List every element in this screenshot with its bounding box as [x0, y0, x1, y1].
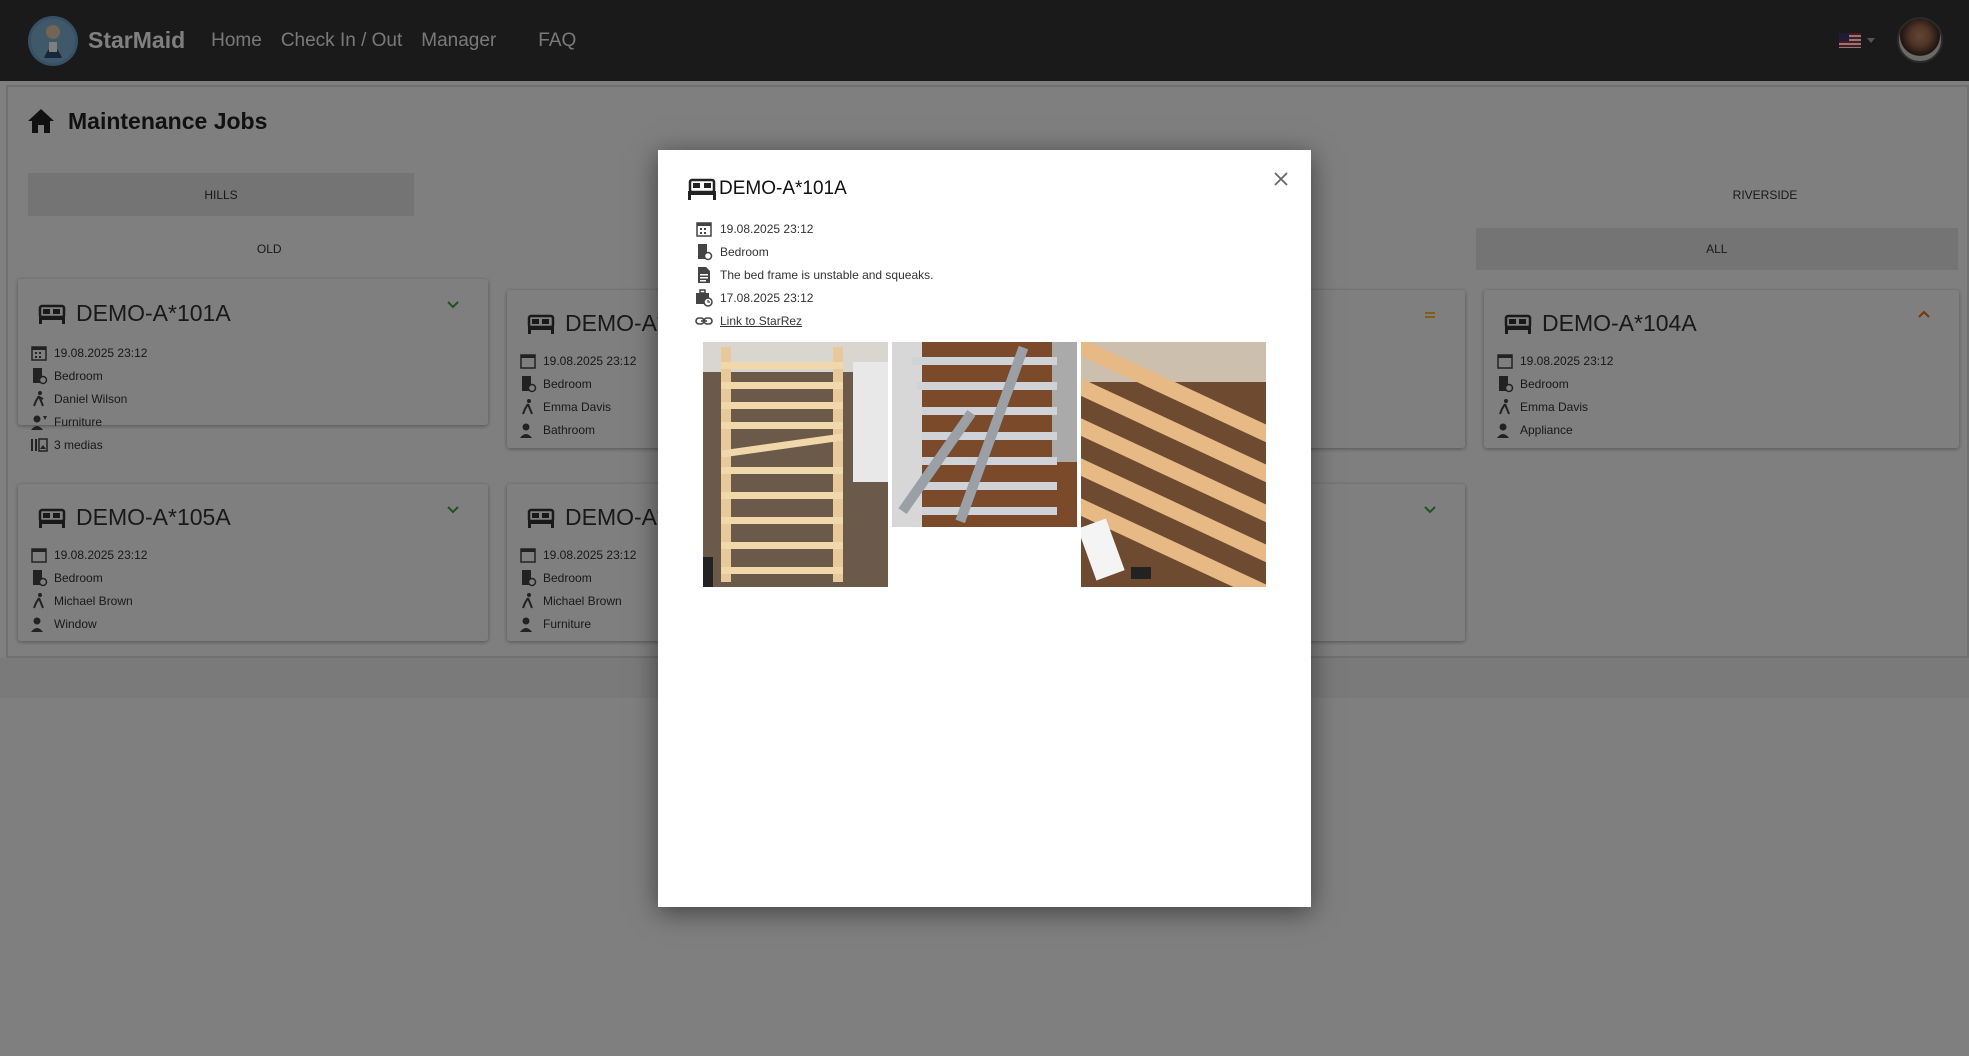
calendar-icon — [694, 219, 714, 239]
modal-room: Bedroom — [720, 244, 769, 259]
briefcase-clock-icon — [694, 288, 714, 308]
modal-description: The bed frame is unstable and squeaks. — [720, 267, 934, 282]
bed-frame-photo-1[interactable] — [703, 342, 888, 587]
job-detail-modal: DEMO-A*101A 19.08.2025 23:12 Bedroom The… — [658, 150, 1311, 907]
link-icon — [694, 311, 714, 331]
modal-title-text: DEMO-A*101A — [719, 178, 847, 199]
bed-frame-photo-2[interactable] — [892, 342, 1077, 527]
bed-icon — [688, 178, 716, 200]
modal-title: DEMO-A*101A — [687, 177, 847, 201]
modal-due: 17.08.2025 23:12 — [720, 290, 814, 305]
modal-description-row: The bed frame is unstable and squeaks. — [694, 263, 933, 286]
modal-room-row: Bedroom — [694, 240, 933, 263]
modal-due-row: 17.08.2025 23:12 — [694, 286, 933, 309]
door-gear-icon — [694, 242, 714, 262]
close-icon[interactable] — [1271, 169, 1291, 189]
document-icon — [694, 265, 714, 285]
modal-created-row: 19.08.2025 23:12 — [694, 217, 933, 240]
bed-frame-photo-3[interactable] — [1081, 342, 1266, 587]
modal-created: 19.08.2025 23:12 — [720, 221, 814, 236]
starrez-link[interactable]: Link to StarRez — [720, 314, 802, 328]
modal-link-row: Link to StarRez — [694, 309, 933, 332]
